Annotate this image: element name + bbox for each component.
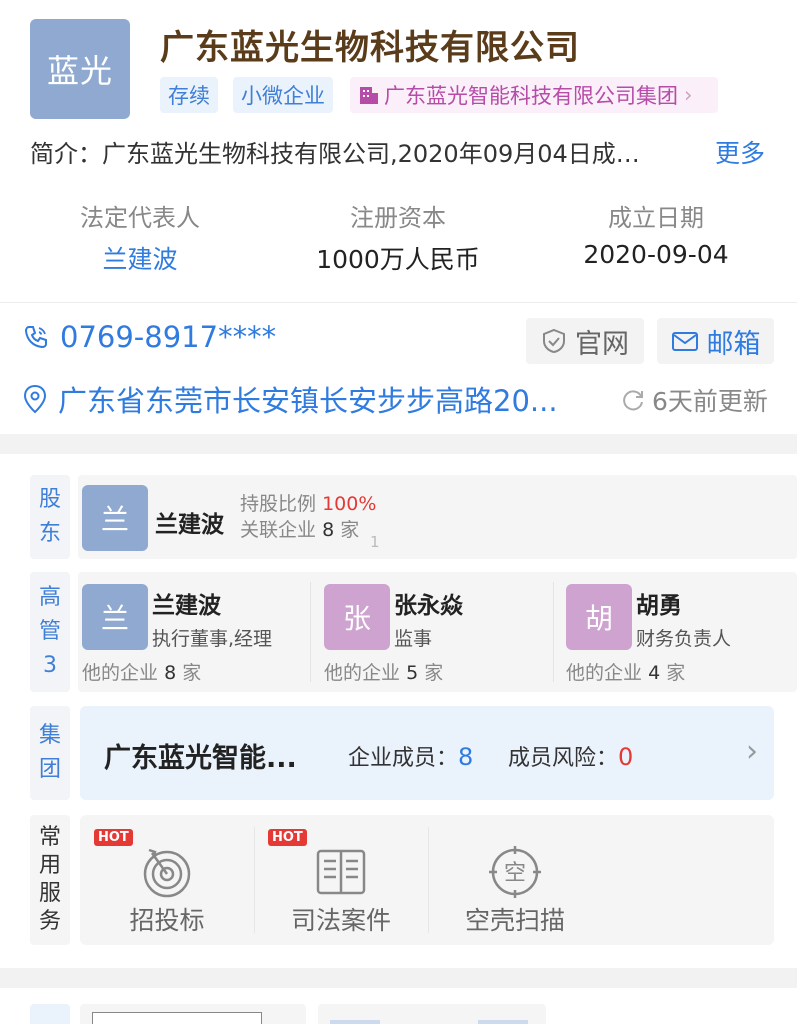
avatar: 张: [324, 584, 390, 650]
executive-companies[interactable]: 他的企业 4 家: [566, 658, 685, 685]
section-gap: [0, 434, 797, 454]
scale-tag: 小微企业: [233, 77, 333, 113]
executive-companies[interactable]: 他的企业 8 家: [82, 658, 201, 685]
section-gap: [0, 968, 797, 988]
service-bidding[interactable]: HOT 招投标: [80, 815, 254, 945]
executive-role: 财务负责人: [636, 628, 732, 650]
target-icon: [143, 848, 191, 898]
executives-card: 兰 兰建波 执行董事,经理 他的企业 8 家 张 张永焱 监事 他的企业 5 家…: [78, 572, 797, 692]
shareholder-name[interactable]: 兰建波: [155, 505, 224, 539]
capital-label: 注册资本: [350, 204, 446, 232]
group-members: 企业成员：8: [348, 743, 474, 771]
thumbnail: [330, 1020, 380, 1024]
executive-name: 兰建波: [152, 593, 221, 619]
next-section-card[interactable]: [80, 1004, 306, 1024]
executive-name: 胡勇: [636, 593, 682, 619]
avatar: 兰: [82, 485, 148, 551]
location-pin-icon: [23, 384, 47, 414]
group-tag[interactable]: 广东蓝光智能科技有限公司集团 ›: [350, 77, 718, 113]
book-icon: [316, 849, 366, 895]
executive-item[interactable]: 兰 兰建波 执行董事,经理 他的企业 8 家: [78, 572, 310, 692]
group-tag-label: 广东蓝光智能科技有限公司集团: [384, 84, 678, 108]
founded-label: 成立日期: [608, 204, 704, 232]
company-intro[interactable]: 简介：广东蓝光生物科技有限公司,2020年09月04日成…: [30, 134, 695, 169]
executive-item[interactable]: 张 张永焱 监事 他的企业 5 家: [320, 572, 552, 692]
website-button[interactable]: 官网: [526, 318, 644, 364]
executives-side-label: 高管3: [30, 572, 70, 692]
chevron-right-icon: ›: [684, 83, 693, 107]
group-side-label: 集团: [30, 706, 70, 800]
update-text: 6天前更新: [652, 387, 768, 416]
service-label: 空壳扫描: [464, 906, 565, 935]
status-tag: 存续: [160, 77, 218, 113]
service-label: 招投标: [129, 906, 205, 935]
group-card[interactable]: 广东蓝光智能... 企业成员：8 成员风险：0 ›: [80, 706, 774, 800]
more-link[interactable]: 更多: [715, 134, 765, 170]
services-side-label: 常用服务: [30, 815, 70, 945]
hot-badge: HOT: [94, 829, 133, 846]
svg-text:空: 空: [504, 861, 526, 886]
service-judicial[interactable]: HOT 司法案件: [254, 815, 428, 945]
executive-companies[interactable]: 他的企业 5 家: [324, 658, 443, 685]
next-section-side-label: [30, 1004, 70, 1024]
services-card: HOT 招投标 HOT 司法案件 空 空壳扫描: [80, 815, 774, 945]
update-info[interactable]: 6天前更新: [620, 382, 768, 418]
company-detail-page: { "company": { "logo_text": "蓝光", "name"…: [0, 0, 797, 1024]
email-label: 邮箱: [706, 328, 761, 360]
phone-icon: [24, 326, 47, 349]
shareholder-side-label: 股东: [30, 475, 70, 559]
founded-value: 2020-09-04: [583, 240, 729, 269]
website-label: 官网: [575, 328, 629, 360]
building-icon: [360, 87, 378, 104]
service-shell-scan[interactable]: 空 空壳扫描: [428, 815, 602, 945]
chevron-right-icon: ›: [746, 734, 758, 769]
company-logo: 蓝光: [30, 19, 130, 119]
legal-rep-value[interactable]: 兰建波: [30, 240, 250, 276]
email-button[interactable]: 邮箱: [657, 318, 774, 364]
share-ratio: 持股比例 100%: [240, 493, 377, 515]
divider: [310, 582, 311, 682]
scan-icon: 空: [489, 846, 541, 898]
service-label: 司法案件: [290, 906, 391, 935]
address-link[interactable]: 广东省东莞市长安镇长安步步高路20...: [22, 378, 582, 420]
refresh-icon: [623, 390, 643, 411]
executive-name: 张永焱: [394, 593, 463, 619]
executive-role: 监事: [394, 628, 433, 650]
thumbnail: [92, 1012, 262, 1024]
divider: [553, 582, 554, 682]
executive-role: 执行董事,经理: [152, 628, 273, 650]
legal-rep-label: 法定代表人: [80, 204, 200, 232]
mail-icon: [671, 332, 698, 351]
executive-item[interactable]: 胡 胡勇 财务负责人 他的企业 4 家: [562, 572, 794, 692]
avatar: 兰: [82, 584, 148, 650]
next-section-card[interactable]: [318, 1004, 546, 1024]
scroll-marker: 1: [370, 533, 380, 551]
capital-value: 1000万人民币: [316, 245, 480, 274]
address-text: 广东省东莞市长安镇长安步步高路20...: [58, 384, 558, 418]
divider: [0, 302, 797, 303]
group-risk: 成员风险：0: [508, 743, 634, 771]
group-name: 广东蓝光智能...: [104, 743, 297, 774]
hot-badge: HOT: [268, 829, 307, 846]
thumbnail: [478, 1020, 528, 1024]
company-name: 广东蓝光生物科技有限公司: [160, 28, 580, 68]
related-companies[interactable]: 关联企业 8 家: [240, 515, 359, 542]
avatar: 胡: [566, 584, 632, 650]
shareholder-card[interactable]: 兰 兰建波 持股比例 100% 关联企业 8 家 1: [78, 475, 797, 559]
phone-link[interactable]: 0769-8917****: [22, 320, 276, 354]
shield-icon: [543, 328, 565, 354]
phone-number: 0769-8917****: [60, 320, 277, 354]
